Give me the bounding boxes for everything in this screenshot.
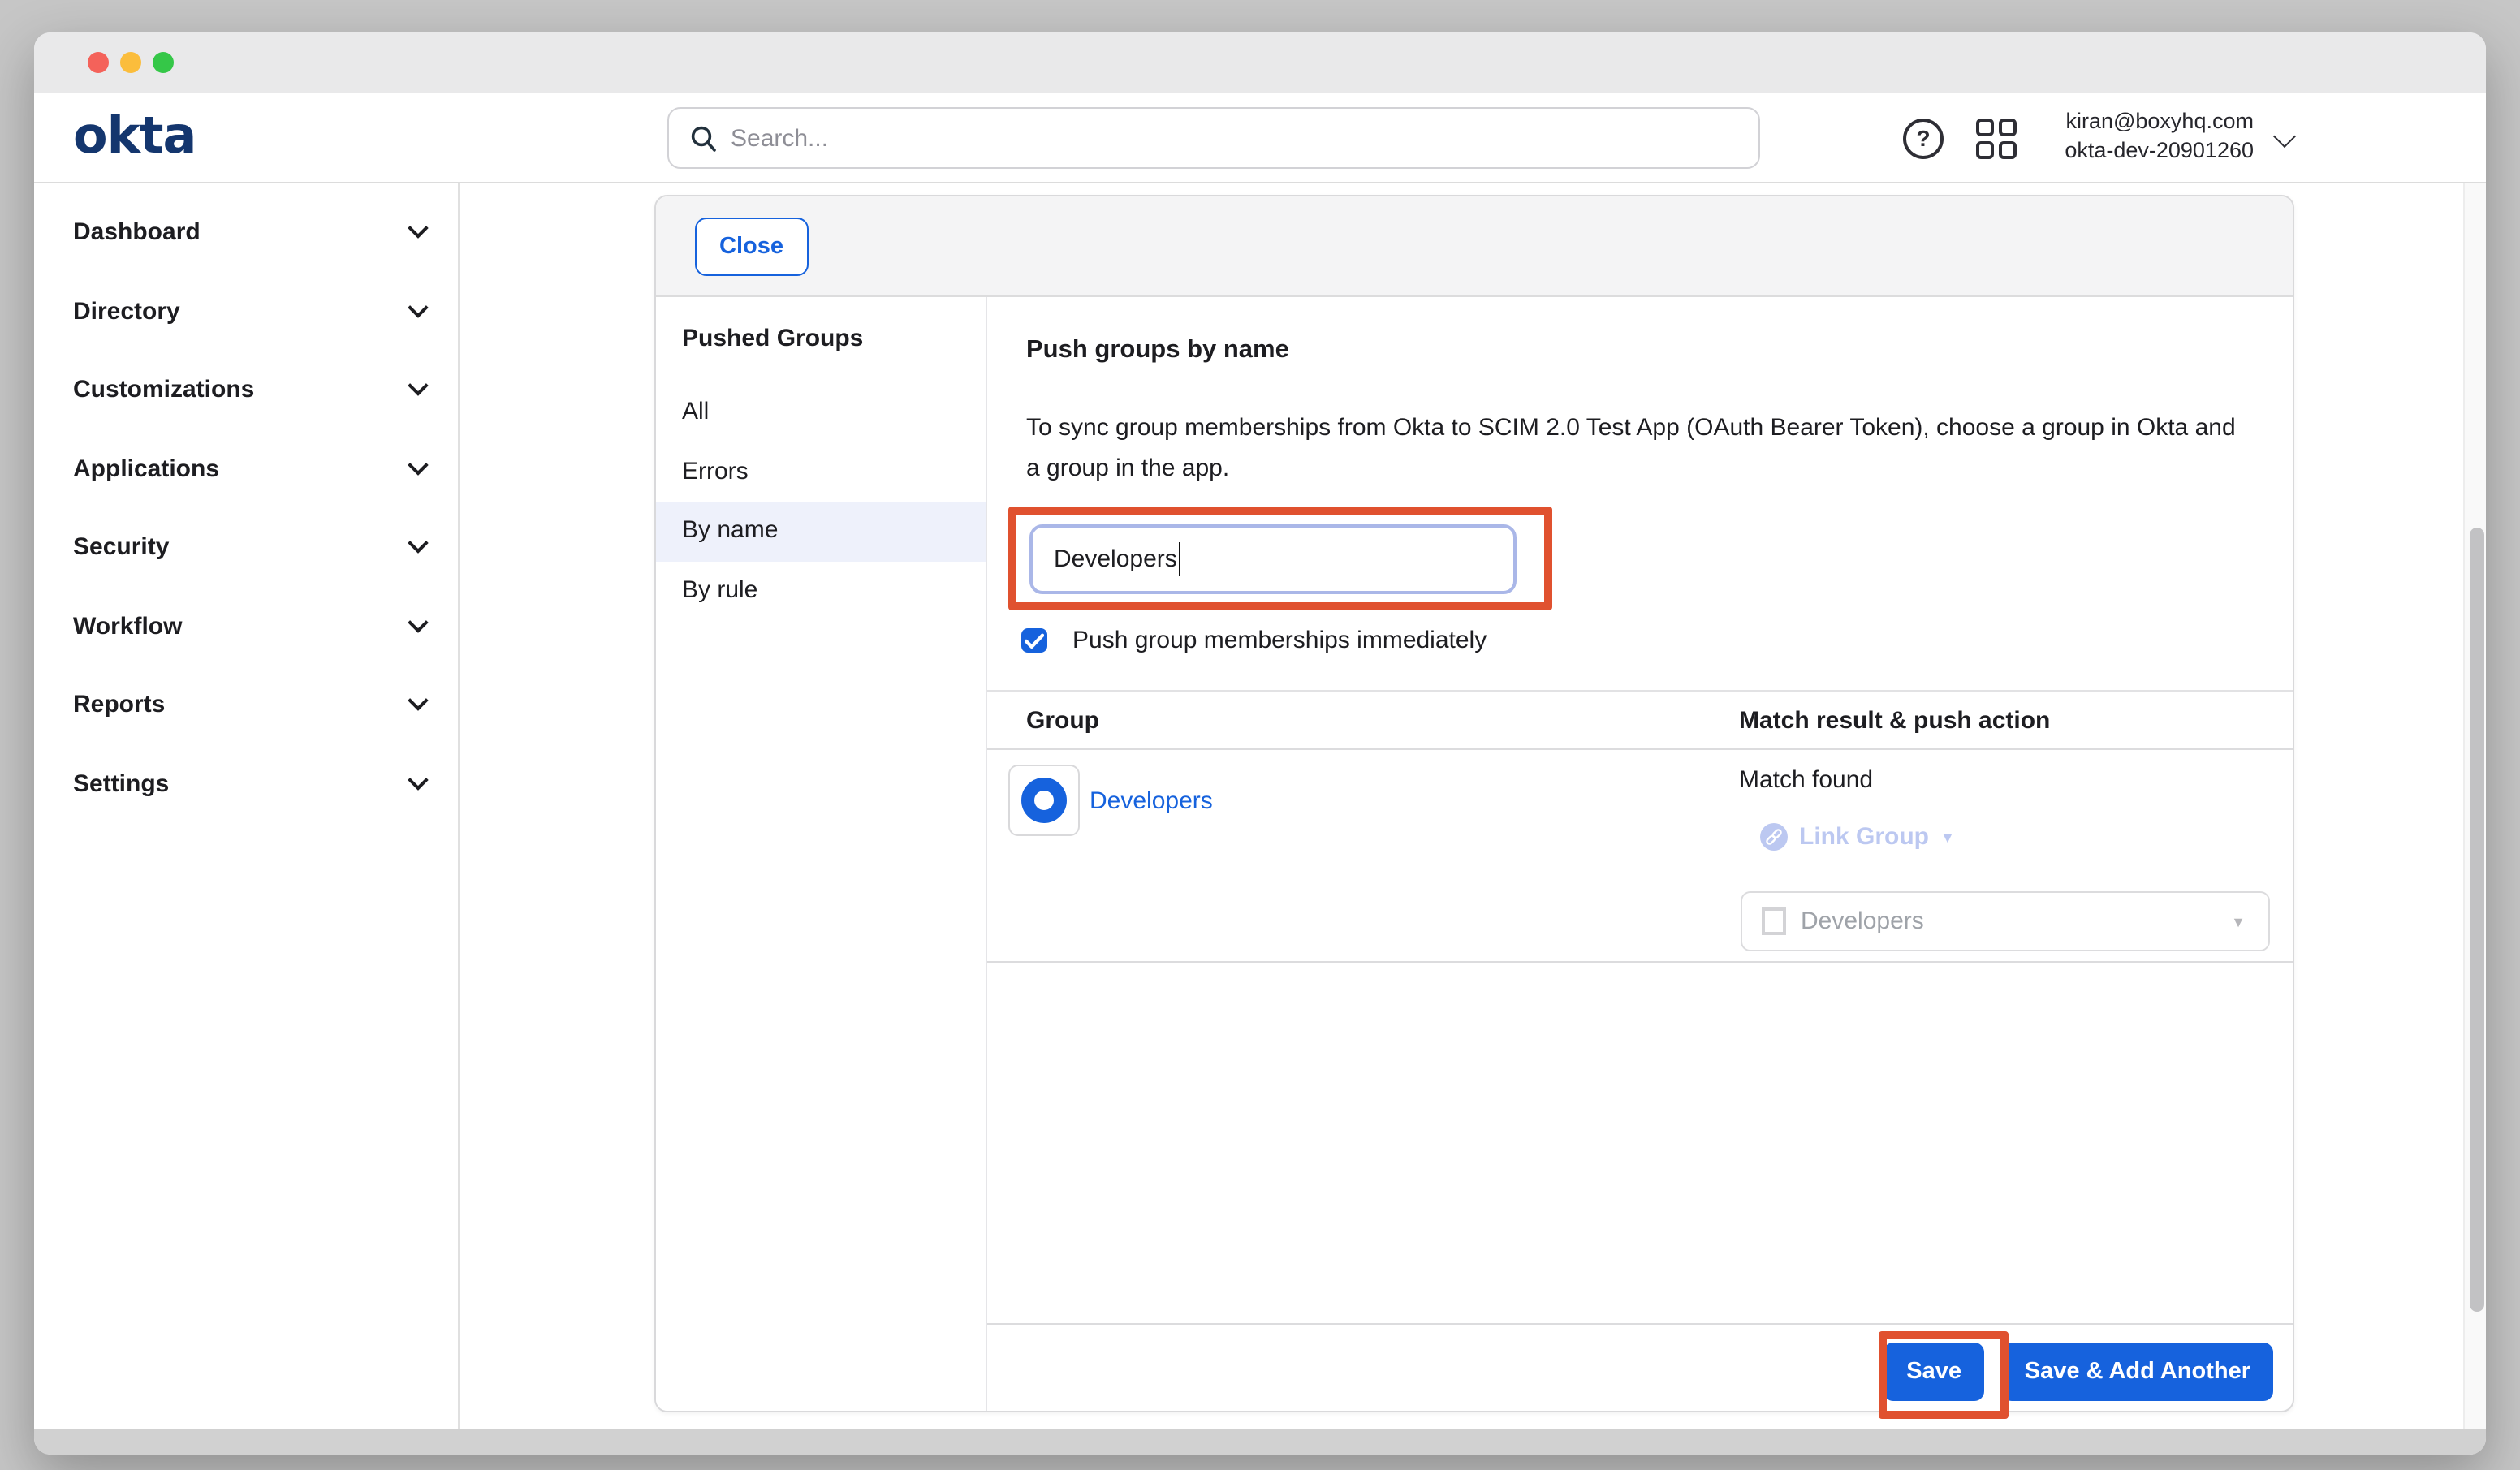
- user-email: kiran@boxyhq.com: [2065, 107, 2254, 136]
- search-input[interactable]: [718, 109, 1758, 167]
- app-group-icon: [1762, 907, 1786, 935]
- sidebar-item-customizations[interactable]: Customizations: [34, 351, 458, 429]
- chevron-down-icon: [408, 691, 428, 711]
- push-immediately-checkbox[interactable]: [1021, 628, 1046, 653]
- push-groups-form: Push groups by name To sync group member…: [987, 297, 2293, 1411]
- group-name-value: Developers: [1054, 545, 1177, 573]
- bottom-strip: [34, 1429, 2486, 1455]
- sidebar: Dashboard Directory Customizations Appli…: [34, 183, 460, 1429]
- group-name-input[interactable]: Developers: [1029, 524, 1517, 594]
- nav-item-by-name[interactable]: By name: [656, 502, 986, 561]
- sidebar-item-security[interactable]: Security: [34, 508, 458, 587]
- okta-logo: okta: [73, 93, 196, 183]
- form-description: To sync group memberships from Okta to S…: [1026, 407, 2241, 489]
- link-icon: [1760, 823, 1788, 851]
- help-icon[interactable]: ?: [1903, 119, 1944, 159]
- push-immediately-row: Push group memberships immediately: [1021, 627, 1487, 654]
- window-titlebar: [34, 32, 2486, 93]
- minimize-window-icon[interactable]: [120, 52, 141, 73]
- app-group-select[interactable]: Developers ▼: [1741, 891, 2270, 951]
- link-group-dropdown[interactable]: Link Group ▼: [1760, 823, 1955, 851]
- column-group: Group: [1026, 706, 1099, 734]
- group-name-link[interactable]: Developers: [1090, 787, 1213, 815]
- app-group-value: Developers: [1801, 907, 2231, 935]
- chevron-down-icon: [408, 612, 428, 632]
- browser-window: okta ? kiran@boxyhq.com okta-dev-2090126…: [34, 32, 2486, 1455]
- sidebar-item-directory[interactable]: Directory: [34, 272, 458, 351]
- select-caret-icon: ▼: [2231, 913, 2246, 929]
- group-icon-card: [1008, 765, 1080, 836]
- save-button[interactable]: Save: [1884, 1343, 1984, 1401]
- checkbox-check-icon: [1025, 633, 1044, 649]
- nav-item-errors[interactable]: Errors: [656, 442, 986, 502]
- apps-grid-icon[interactable]: [1976, 119, 2018, 159]
- panel-toolbar: Close: [656, 196, 2293, 297]
- sidebar-item-dashboard[interactable]: Dashboard: [34, 193, 458, 272]
- org-name: okta-dev-20901260: [2065, 136, 2254, 164]
- table-header: Group Match result & push action: [987, 690, 2293, 750]
- table-row: Developers Match found Link Group ▼: [987, 750, 2293, 963]
- screenshot-stage: okta ? kiran@boxyhq.com okta-dev-2090126…: [0, 0, 2520, 1470]
- close-button[interactable]: Close: [695, 218, 808, 276]
- chevron-down-icon: [408, 769, 428, 790]
- close-window-icon[interactable]: [88, 52, 109, 73]
- pushed-groups-panel: Close Pushed Groups All Errors By name B…: [654, 195, 2294, 1412]
- pushed-groups-title: Pushed Groups: [682, 325, 863, 352]
- chevron-down-icon: [408, 533, 428, 554]
- chevron-down-icon: [408, 218, 428, 239]
- push-immediately-label: Push group memberships immediately: [1072, 627, 1487, 654]
- save-add-another-button[interactable]: Save & Add Another: [2002, 1343, 2273, 1401]
- match-status: Match found: [1739, 766, 1873, 794]
- sidebar-item-settings[interactable]: Settings: [34, 744, 458, 823]
- caret-down-icon: ▼: [1940, 829, 1955, 845]
- scrollbar-track[interactable]: [2463, 183, 2486, 1429]
- chevron-down-icon[interactable]: [2273, 125, 2296, 148]
- nav-item-by-rule[interactable]: By rule: [656, 561, 986, 620]
- group-donut-icon: [1021, 778, 1067, 823]
- chevron-down-icon: [408, 297, 428, 317]
- sidebar-item-applications[interactable]: Applications: [34, 429, 458, 508]
- chevron-down-icon: [408, 376, 428, 396]
- form-footer: Save Save & Add Another: [987, 1323, 2293, 1411]
- link-group-label: Link Group: [1799, 823, 1929, 851]
- user-menu[interactable]: kiran@boxyhq.com okta-dev-20901260: [2065, 107, 2254, 164]
- search-bar[interactable]: [667, 107, 1760, 169]
- nav-item-all[interactable]: All: [656, 383, 986, 442]
- column-match-result: Match result & push action: [1739, 706, 2050, 734]
- text-caret: [1179, 542, 1181, 576]
- scrollbar-thumb[interactable]: [2469, 528, 2483, 1312]
- sidebar-item-workflow[interactable]: Workflow: [34, 587, 458, 666]
- zoom-window-icon[interactable]: [153, 52, 174, 73]
- sidebar-item-reports[interactable]: Reports: [34, 666, 458, 744]
- search-icon: [690, 124, 718, 152]
- pushed-groups-nav: Pushed Groups All Errors By name By rule: [656, 297, 987, 1411]
- form-heading: Push groups by name: [1026, 336, 1289, 365]
- app-header: okta ? kiran@boxyhq.com okta-dev-2090126…: [34, 93, 2486, 183]
- chevron-down-icon: [408, 455, 428, 475]
